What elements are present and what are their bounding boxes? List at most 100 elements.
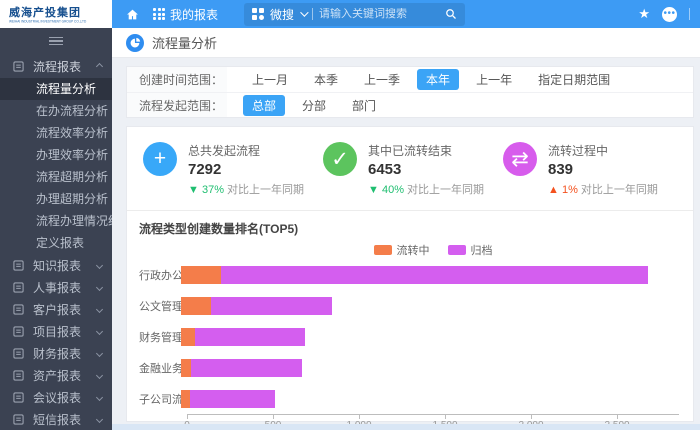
sidebar-item-label: 项目报表 — [33, 323, 97, 340]
sidebar-group-item[interactable]: 短信报表 — [0, 408, 112, 430]
sidebar-group-item[interactable]: 项目报表 — [0, 320, 112, 342]
bar-chart: 行政办公公文管理财务管理金融业务子公司流程 — [139, 259, 679, 414]
bar-track — [181, 359, 679, 377]
chart-section: 流程类型创建数量排名(TOP5) 流转中归档 行政办公公文管理财务管理金融业务子… — [127, 210, 693, 421]
sidebar-group-item[interactable]: 知识报表 — [0, 254, 112, 276]
sidebar-submenu-item[interactable]: 流程超期分析 — [0, 166, 112, 188]
grid-apps-icon[interactable] — [153, 8, 165, 20]
trend-percent: 1% — [562, 184, 581, 196]
divider — [312, 8, 313, 20]
bar-segment[interactable] — [181, 359, 191, 377]
sidebar-item-label: 会议报表 — [33, 389, 97, 406]
report-icon — [13, 326, 24, 337]
filter-option[interactable]: 上一月 — [243, 69, 297, 90]
bar-segment[interactable] — [181, 390, 190, 408]
sidebar-submenu-item[interactable]: 流程办理情况统... — [0, 210, 112, 232]
sidebar-item-label: 短信报表 — [33, 411, 97, 428]
filter-option[interactable]: 总部 — [243, 95, 285, 116]
wesearch-label[interactable]: 微搜 — [270, 6, 294, 23]
sidebar-submenu: 流程量分析在办流程分析流程效率分析办理效率分析流程超期分析办理超期分析流程办理情… — [0, 78, 112, 254]
stat-trend: ▲ 1% 对比上一年同期 — [548, 181, 658, 197]
top-header: 威海产投集团 WEIHAI INDUSTRIAL INVESTMENT GROU… — [0, 0, 700, 28]
chevron-down-icon[interactable] — [300, 8, 308, 16]
sidebar-group-item[interactable]: 资产报表 — [0, 364, 112, 386]
sidebar-submenu-item[interactable]: 在办流程分析 — [0, 100, 112, 122]
more-icon[interactable]: ••• — [662, 7, 677, 22]
bar-row: 行政办公 — [139, 259, 679, 290]
filter-option[interactable]: 上一年 — [467, 69, 521, 90]
chevron-down-icon — [96, 283, 103, 290]
top-navbar: 我的报表 微搜 ★ ••• — [112, 0, 700, 28]
filter-option[interactable]: 本年 — [417, 69, 459, 90]
bar-segment[interactable] — [195, 328, 305, 346]
bar-segment[interactable] — [181, 266, 221, 284]
chevron-down-icon — [96, 393, 103, 400]
sidebar-group-item[interactable]: 会议报表 — [0, 386, 112, 408]
bar-segment[interactable] — [221, 266, 648, 284]
sidebar-submenu-item[interactable]: 定义报表 — [0, 232, 112, 254]
sidebar-groups: 知识报表人事报表客户报表项目报表财务报表资产报表会议报表短信报表 — [0, 254, 112, 430]
sidebar-collapse-button[interactable] — [0, 28, 112, 54]
bar-segment[interactable] — [181, 297, 211, 315]
filter-option[interactable]: 部门 — [343, 95, 385, 116]
divider — [689, 8, 690, 20]
chart-title: 流程类型创建数量排名(TOP5) — [139, 220, 679, 237]
chevron-down-icon — [96, 371, 103, 378]
trend-arrow-icon: ▼ — [368, 184, 382, 196]
filter-panel: 创建时间范围：上一月本季上一季本年上一年指定日期范围流程发起范围： 总部分部部门 — [126, 66, 694, 118]
sidebar-submenu-item[interactable]: 办理超期分析 — [0, 188, 112, 210]
bar-segment[interactable] — [190, 390, 275, 408]
filter-option[interactable]: 上一季 — [355, 69, 409, 90]
filter-options: 上一月本季上一季本年上一年指定日期范围 — [227, 67, 619, 92]
chevron-up-icon — [96, 62, 103, 69]
trend-arrow-icon: ▲ — [548, 184, 562, 196]
sidebar-item-label: 财务报表 — [33, 345, 97, 362]
legend-item[interactable]: 归档 — [448, 242, 493, 258]
check-icon: ✓ — [323, 142, 357, 176]
report-icon — [13, 414, 24, 425]
filter-label: 流程发起范围： — [127, 93, 227, 117]
bar-category-label: 公文管理 — [139, 298, 181, 314]
sidebar-submenu-item[interactable]: 办理效率分析 — [0, 144, 112, 166]
report-icon — [13, 260, 24, 271]
chevron-down-icon — [96, 305, 103, 312]
search-icon[interactable] — [445, 8, 457, 20]
filter-option[interactable]: 本季 — [305, 69, 347, 90]
legend-item[interactable]: 流转中 — [374, 242, 430, 258]
sidebar-group-item[interactable]: 财务报表 — [0, 342, 112, 364]
search-input[interactable] — [319, 8, 439, 20]
wesearch-app-icon[interactable] — [252, 8, 264, 20]
x-axis-tickmark — [187, 415, 188, 419]
bar-row: 财务管理 — [139, 321, 679, 352]
horizontal-scrollbar[interactable] — [112, 424, 700, 430]
bar-segment[interactable] — [211, 297, 331, 315]
filter-option[interactable]: 指定日期范围 — [529, 69, 619, 90]
page-header: 流程量分析 — [112, 28, 700, 58]
bar-segment[interactable] — [181, 328, 195, 346]
report-icon — [13, 370, 24, 381]
stat-text: 流转过程中839▲ 1% 对比上一年同期 — [548, 142, 658, 197]
sidebar-item-process-reports[interactable]: 流程报表 — [0, 54, 112, 78]
legend-label: 归档 — [471, 242, 493, 258]
bar-row: 公文管理 — [139, 290, 679, 321]
bar-category-label: 财务管理 — [139, 329, 181, 345]
stat-label: 总共发起流程 — [188, 142, 304, 159]
filter-row: 流程发起范围： 总部分部部门 — [127, 92, 693, 117]
sidebar-group-item[interactable]: 客户报表 — [0, 298, 112, 320]
sidebar-submenu-item[interactable]: 流程量分析 — [0, 78, 112, 100]
report-icon — [13, 392, 24, 403]
stat-label: 流转过程中 — [548, 142, 658, 159]
sidebar-group-item[interactable]: 人事报表 — [0, 276, 112, 298]
home-icon[interactable] — [126, 8, 139, 21]
bar-track — [181, 297, 679, 315]
star-favorite-icon[interactable]: ★ — [638, 6, 650, 22]
trend-compare-label: 对比上一年同期 — [407, 184, 484, 196]
trend-compare-label: 对比上一年同期 — [227, 184, 304, 196]
filter-option[interactable]: 分部 — [293, 95, 335, 116]
sidebar-submenu-item[interactable]: 流程效率分析 — [0, 122, 112, 144]
bar-segment[interactable] — [191, 359, 302, 377]
stat-trend: ▼ 37% 对比上一年同期 — [188, 181, 304, 197]
tab-my-reports[interactable]: 我的报表 — [170, 6, 218, 23]
stat-trend: ▼ 40% 对比上一年同期 — [368, 181, 484, 197]
filter-row: 创建时间范围：上一月本季上一季本年上一年指定日期范围 — [127, 67, 693, 92]
